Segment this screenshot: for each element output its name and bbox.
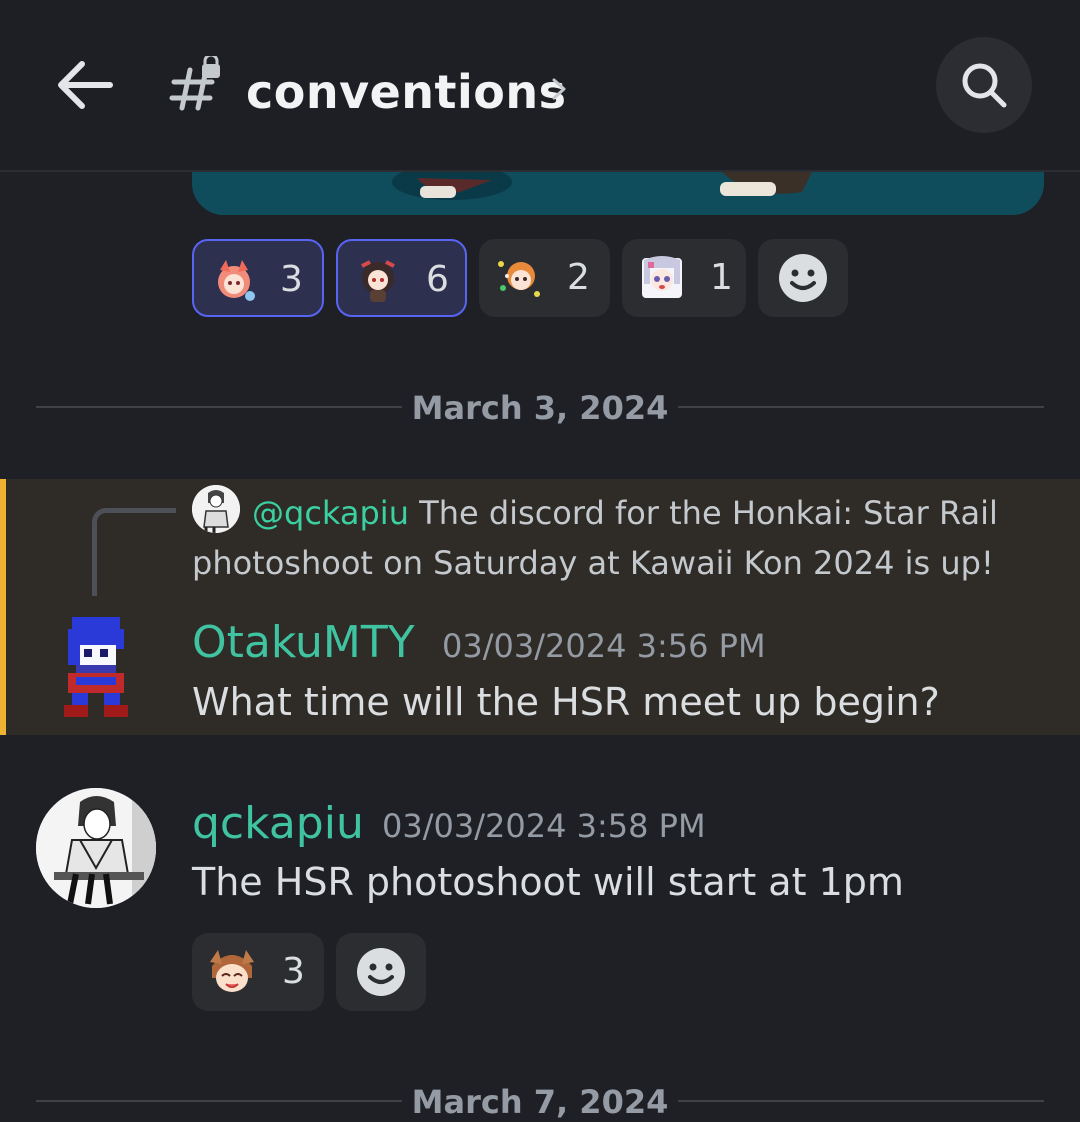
mention-indicator-bar	[0, 479, 6, 735]
username[interactable]: OtakuMTY	[192, 617, 415, 669]
timestamp: 03/03/2024 3:58 PM	[382, 807, 706, 845]
reaction-chip[interactable]: 3	[192, 239, 324, 317]
date-divider: March 3, 2024	[411, 389, 669, 427]
reaction-count: 6	[426, 259, 449, 300]
channel-header: conventions	[0, 0, 1080, 172]
divider-line	[678, 406, 1044, 408]
username[interactable]: qckapiu	[192, 798, 364, 850]
reply-preview[interactable]: @qckapiu The discord for the Honkai: Sta…	[192, 488, 1012, 588]
reply-mention[interactable]: @qckapiu	[252, 494, 409, 532]
message-content: The HSR photoshoot will start at 1pm	[192, 860, 904, 904]
date-divider: March 7, 2024	[411, 1083, 669, 1121]
embed-image[interactable]	[192, 172, 1044, 215]
smiley-add-reaction-icon	[779, 254, 827, 302]
embed-artwork	[192, 172, 1044, 215]
arrow-left-icon	[58, 61, 113, 109]
reaction-count: 3	[280, 259, 303, 300]
divider-line	[678, 1100, 1044, 1102]
orange-haired-boy-emoji-icon	[498, 261, 540, 297]
add-reaction-button[interactable]	[758, 239, 848, 317]
message-content: What time will the HSR meet up begin?	[192, 680, 940, 724]
chevron-right-icon[interactable]	[548, 74, 570, 104]
pixel-avatar[interactable]	[64, 617, 128, 717]
reaction-count: 3	[282, 951, 305, 992]
reply-connector	[92, 508, 176, 596]
divider-line	[36, 406, 402, 408]
reaction-chip[interactable]: 3	[192, 933, 324, 1011]
divider-line	[36, 1100, 402, 1102]
pink-haired-fox-girl-emoji-icon	[218, 260, 255, 301]
reaction-count: 1	[710, 257, 733, 298]
timestamp: 03/03/2024 3:56 PM	[442, 627, 766, 665]
manga-character-avatar	[36, 788, 156, 908]
locked-hashtag-icon	[169, 56, 220, 111]
add-reaction-button[interactable]	[336, 933, 426, 1011]
reaction-chip[interactable]: 1	[622, 239, 746, 317]
white-haired-girl-emoji-icon	[642, 256, 682, 298]
user-avatar[interactable]	[36, 788, 156, 908]
reaction-chip[interactable]: 2	[479, 239, 610, 317]
brown-haired-character-emoji-icon	[210, 950, 254, 992]
search-button[interactable]	[936, 37, 1032, 133]
reaction-chip[interactable]: 6	[336, 239, 467, 317]
reaction-count: 2	[567, 257, 590, 298]
dark-haired-girl-emoji-icon	[361, 260, 395, 302]
channel-name[interactable]: conventions	[246, 62, 567, 122]
smiley-add-reaction-icon	[357, 948, 405, 996]
search-icon	[962, 63, 1007, 108]
back-button[interactable]	[52, 52, 118, 118]
